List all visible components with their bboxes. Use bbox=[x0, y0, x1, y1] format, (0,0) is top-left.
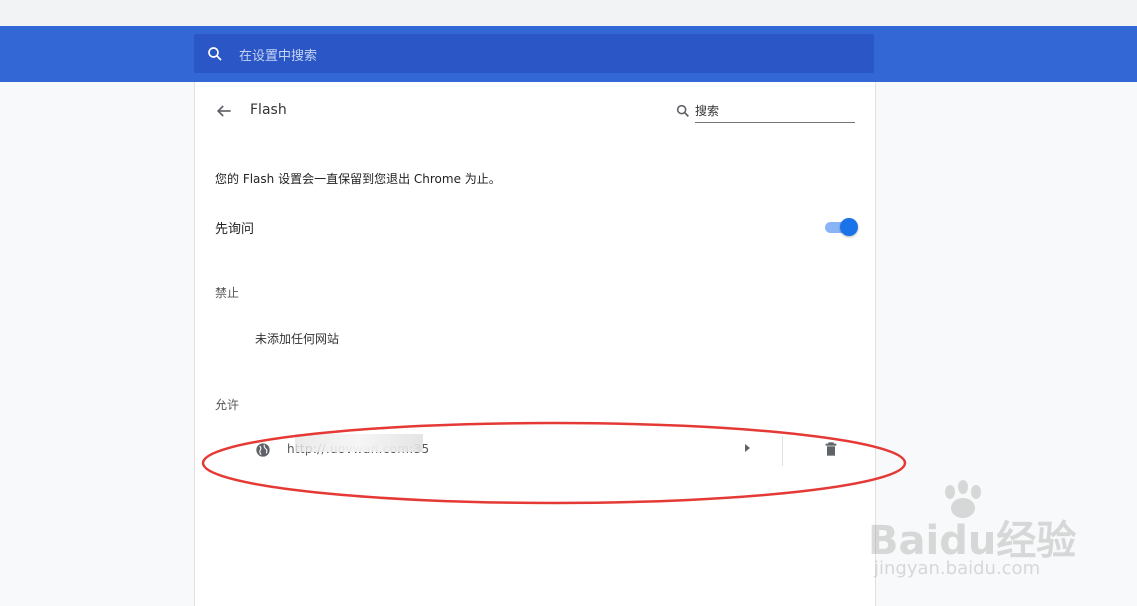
back-arrow-icon[interactable] bbox=[214, 101, 234, 121]
settings-search-placeholder: 在设置中搜索 bbox=[239, 49, 318, 64]
allowed-heading: 允许 bbox=[215, 398, 240, 412]
flash-description: 您的 Flash 设置会一直保留到您退出 Chrome 为止。 bbox=[215, 172, 501, 186]
browser-tab-strip bbox=[0, 0, 1137, 26]
search-underline bbox=[695, 122, 855, 123]
ask-first-toggle[interactable] bbox=[823, 218, 858, 236]
watermark-domain: jingyan.baidu.com bbox=[874, 558, 1041, 579]
baidu-jingyan-watermark: Baidu经验 jingyan.baidu.com bbox=[868, 480, 1078, 590]
settings-toolbar: 在设置中搜索 bbox=[0, 26, 1137, 82]
page-search-field[interactable]: 搜索 bbox=[675, 101, 855, 123]
settings-search-box[interactable]: 在设置中搜索 bbox=[194, 34, 874, 73]
page-search-placeholder: 搜索 bbox=[695, 104, 720, 118]
search-icon bbox=[676, 104, 689, 117]
flash-settings-card: Flash 搜索 您的 Flash 设置会一直保留到您退出 Chrome 为止。… bbox=[194, 82, 876, 606]
blocked-heading: 禁止 bbox=[215, 286, 240, 300]
page-title: Flash bbox=[250, 102, 287, 118]
blocked-empty-text: 未添加任何网站 bbox=[255, 332, 340, 346]
toggle-knob bbox=[840, 218, 858, 236]
red-annotation-ellipse bbox=[201, 421, 907, 505]
ask-first-label: 先询问 bbox=[215, 222, 255, 237]
search-icon bbox=[208, 47, 222, 61]
